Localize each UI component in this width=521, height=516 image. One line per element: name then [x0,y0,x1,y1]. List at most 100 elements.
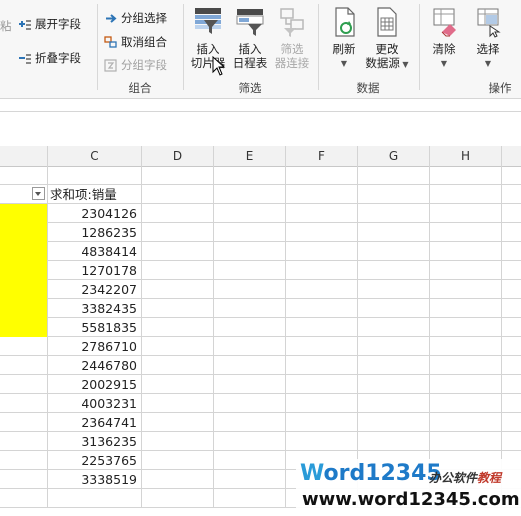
cell[interactable] [430,337,502,356]
highlighted-row-label-cell[interactable] [0,318,48,337]
pivot-value-cell[interactable]: 3136235 [48,432,142,451]
cell[interactable] [286,242,358,261]
cell[interactable] [430,280,502,299]
cell[interactable] [214,451,286,470]
highlighted-row-label-cell[interactable] [0,280,48,299]
filter-connections-button[interactable]: 筛选 器连接 [270,6,314,70]
pivot-value-cell[interactable]: 3382435 [48,299,142,318]
cell[interactable] [142,242,214,261]
cell[interactable] [358,432,430,451]
cell[interactable] [358,223,430,242]
change-data-source-button[interactable]: 更改 数据源 ▼ [362,6,412,72]
pivot-value-cell[interactable]: 3338519 [48,470,142,489]
cell[interactable] [286,299,358,318]
cell[interactable] [358,242,430,261]
cell[interactable] [286,204,358,223]
cell[interactable] [142,204,214,223]
pivot-value-cell[interactable]: 2002915 [48,375,142,394]
cell[interactable] [286,394,358,413]
cell[interactable] [48,166,142,185]
cell[interactable] [142,413,214,432]
cell[interactable] [430,299,502,318]
cell[interactable] [214,375,286,394]
cell[interactable] [430,185,502,204]
cell[interactable] [0,394,48,413]
column-header-d[interactable]: D [142,146,214,166]
cell[interactable] [502,223,521,242]
cell[interactable] [358,337,430,356]
cell[interactable] [214,204,286,223]
cell[interactable] [358,413,430,432]
filter-dropdown-icon[interactable] [32,187,45,200]
highlighted-row-label-cell[interactable] [0,261,48,280]
cell[interactable] [0,356,48,375]
cell[interactable] [214,280,286,299]
cell[interactable] [430,318,502,337]
cell[interactable] [502,261,521,280]
cell[interactable] [502,204,521,223]
ungroup-button[interactable]: 取消组合 [104,34,167,50]
select-button[interactable]: 选择 ▼ [466,6,510,71]
cell[interactable] [502,318,521,337]
cell[interactable] [430,261,502,280]
cell[interactable] [430,394,502,413]
cell[interactable] [502,185,521,204]
cell[interactable] [214,261,286,280]
cell[interactable] [358,261,430,280]
group-selection-button[interactable]: 分组选择 [104,10,167,26]
pivot-value-cell[interactable]: 4003231 [48,394,142,413]
cell[interactable] [286,280,358,299]
cell[interactable] [286,356,358,375]
clear-button[interactable]: 清除 ▼ [422,6,466,71]
highlighted-row-label-cell[interactable] [0,242,48,261]
cell[interactable] [286,166,358,185]
column-header-i[interactable] [502,146,521,166]
pivot-value-cell[interactable]: 5581835 [48,318,142,337]
cell[interactable] [214,394,286,413]
cell[interactable] [286,185,358,204]
cell[interactable] [286,375,358,394]
cell[interactable] [214,299,286,318]
pivot-value-cell[interactable]: 4838414 [48,242,142,261]
highlighted-row-label-cell[interactable] [0,299,48,318]
column-header-b[interactable] [0,146,48,166]
cell[interactable] [358,166,430,185]
cell[interactable] [142,299,214,318]
cell[interactable] [502,299,521,318]
cell[interactable] [358,299,430,318]
sum-of-sales-header[interactable]: 求和项:销量 [48,185,142,204]
cell[interactable] [430,166,502,185]
cell[interactable] [430,432,502,451]
column-header-e[interactable]: E [214,146,286,166]
cell[interactable] [142,489,214,508]
cell[interactable] [502,394,521,413]
expand-field-button[interactable]: 展开字段 [18,16,81,32]
cell[interactable] [142,375,214,394]
cell[interactable] [358,204,430,223]
cell[interactable] [358,394,430,413]
cell[interactable] [214,489,286,508]
highlighted-row-label-cell[interactable] [0,204,48,223]
pivot-value-cell[interactable]: 2304126 [48,204,142,223]
cell[interactable] [286,337,358,356]
pivot-value-cell[interactable]: 2364741 [48,413,142,432]
cell[interactable] [142,166,214,185]
cell[interactable] [0,451,48,470]
cell[interactable] [214,356,286,375]
cell[interactable] [214,413,286,432]
column-header-c[interactable]: C [48,146,142,166]
cell[interactable] [214,337,286,356]
group-field-button[interactable]: 分组字段 [104,57,167,73]
cell[interactable] [48,489,142,508]
highlighted-row-label-cell[interactable] [0,223,48,242]
pivot-value-cell[interactable]: 1270178 [48,261,142,280]
cell[interactable] [358,375,430,394]
cell[interactable] [502,356,521,375]
cell[interactable] [430,375,502,394]
cell[interactable] [142,223,214,242]
cell[interactable] [142,318,214,337]
cell[interactable] [430,242,502,261]
column-header-h[interactable]: H [430,146,502,166]
pivot-value-cell[interactable]: 1286235 [48,223,142,242]
cell[interactable] [214,223,286,242]
